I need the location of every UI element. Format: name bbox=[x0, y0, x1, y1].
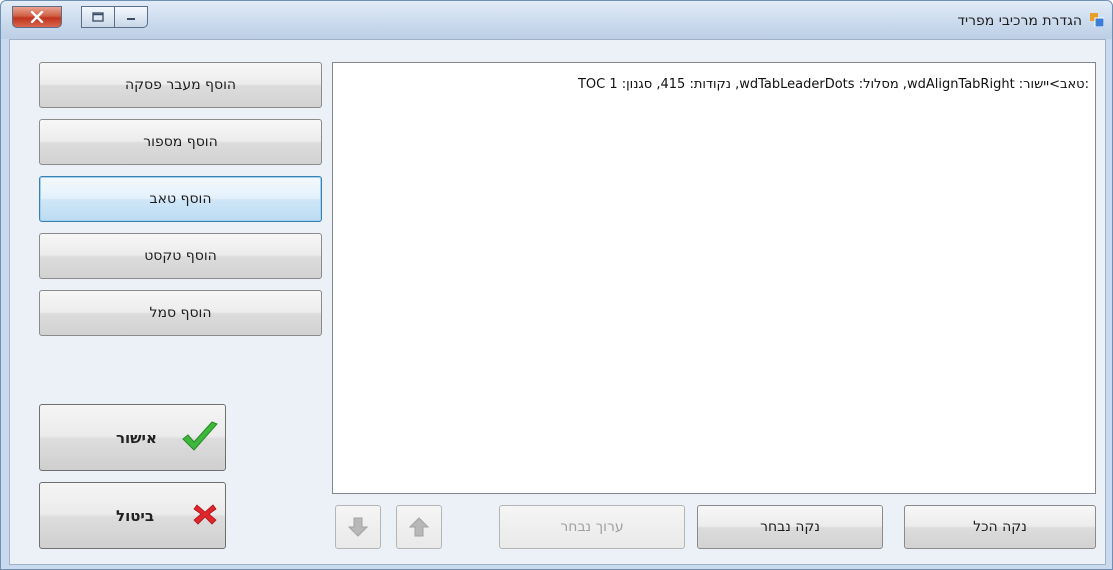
app-window-icon bbox=[1090, 13, 1104, 27]
ok-button[interactable]: אישור bbox=[39, 404, 226, 471]
maximize-icon bbox=[92, 12, 104, 22]
clear-all-button[interactable]: נקה הכל bbox=[904, 505, 1096, 549]
arrow-up-icon bbox=[408, 517, 430, 537]
clear-selected-label: נקה נבחר bbox=[760, 519, 820, 535]
clear-selected-button[interactable]: נקה נבחר bbox=[697, 505, 883, 549]
ok-label: אישור bbox=[116, 429, 157, 447]
edit-selected-button[interactable]: ערוך נבחר bbox=[499, 505, 685, 549]
add-paragraph-break-button[interactable]: הוסף מעבר פסקה bbox=[39, 62, 322, 108]
dialog-window: הגדרת מרכיבי מפריד הוסף מעבר פסקה הוסף מ… bbox=[0, 0, 1113, 570]
add-symbol-button[interactable]: הוסף סמל bbox=[39, 290, 322, 336]
window-title: הגדרת מרכיבי מפריד bbox=[957, 13, 1082, 29]
clear-all-label: נקה הכל bbox=[973, 519, 1027, 535]
maximize-button[interactable] bbox=[81, 6, 115, 28]
red-x-icon bbox=[193, 504, 217, 525]
close-button[interactable] bbox=[12, 6, 62, 28]
add-numbering-label: הוסף מספור bbox=[143, 134, 218, 150]
minimize-button[interactable] bbox=[114, 6, 148, 28]
add-paragraph-break-label: הוסף מעבר פסקה bbox=[124, 77, 237, 93]
dialog-client-area: הוסף מעבר פסקה הוסף מספור הוסף טאב הוסף … bbox=[9, 39, 1106, 565]
move-down-button[interactable] bbox=[335, 505, 381, 549]
green-checkmark-icon bbox=[182, 421, 218, 451]
cancel-button[interactable]: ביטול bbox=[39, 482, 226, 549]
edit-selected-label: ערוך נבחר bbox=[560, 519, 624, 535]
add-numbering-button[interactable]: הוסף מספור bbox=[39, 119, 322, 165]
add-tab-label: הוסף טאב bbox=[149, 191, 212, 207]
separator-items-list[interactable]: :טאב>יישור: wdAlignTabRight, מסלול: wdTa… bbox=[332, 62, 1096, 494]
title-bar[interactable]: הגדרת מרכיבי מפריד bbox=[1, 1, 1112, 39]
add-text-button[interactable]: הוסף טקסט bbox=[39, 233, 322, 279]
close-icon bbox=[30, 11, 44, 23]
arrow-down-icon bbox=[347, 517, 369, 537]
list-item[interactable]: :טאב>יישור: wdAlignTabRight, מסלול: wdTa… bbox=[578, 77, 1089, 92]
add-symbol-label: הוסף סמל bbox=[149, 305, 212, 321]
cancel-label: ביטול bbox=[116, 507, 154, 525]
minimize-icon bbox=[127, 18, 135, 20]
add-tab-button[interactable]: הוסף טאב bbox=[39, 176, 322, 222]
add-text-label: הוסף טקסט bbox=[144, 248, 217, 264]
move-up-button[interactable] bbox=[396, 505, 442, 549]
